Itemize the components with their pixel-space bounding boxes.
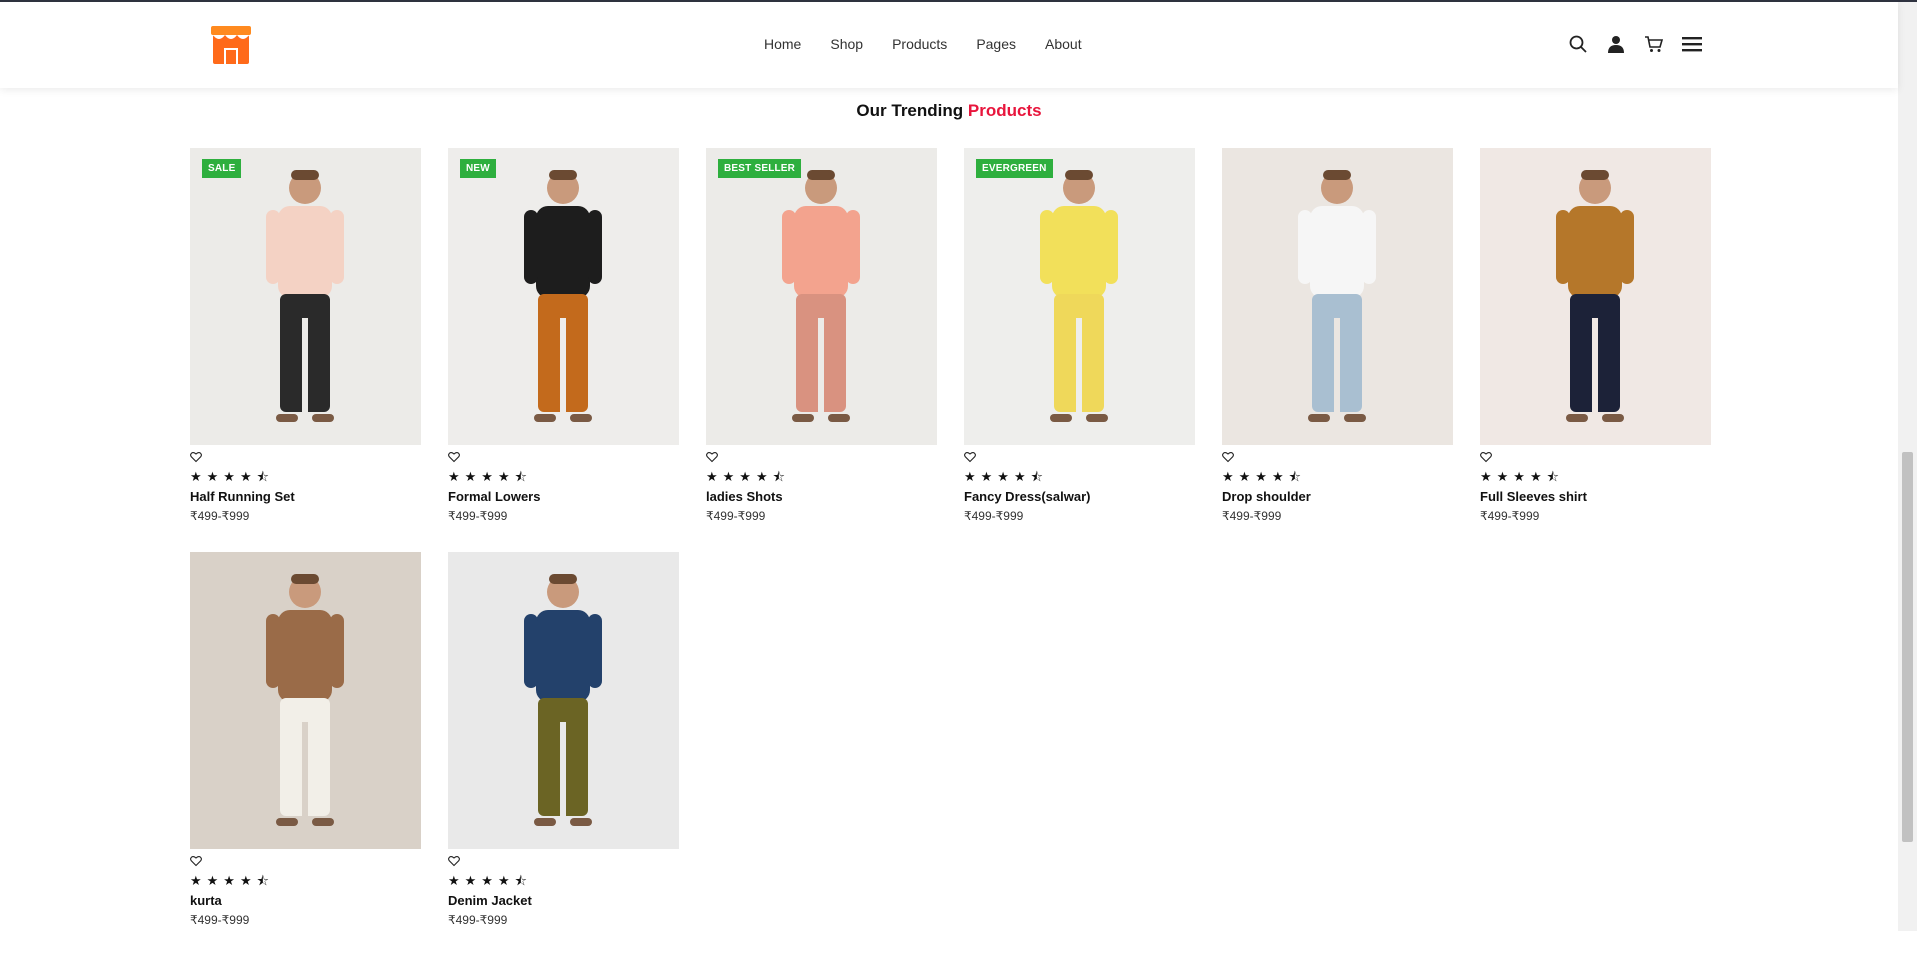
product-name[interactable]: ladies Shots bbox=[706, 489, 783, 504]
product-name[interactable]: Formal Lowers bbox=[448, 489, 540, 504]
rating-stars: ★★★★⯪ bbox=[448, 469, 532, 484]
wishlist-heart-icon[interactable] bbox=[1222, 450, 1234, 463]
product-badge: NEW bbox=[460, 159, 496, 178]
nav-shop[interactable]: Shop bbox=[830, 36, 863, 52]
nav-actions bbox=[1567, 33, 1703, 55]
store-logo[interactable] bbox=[209, 24, 253, 66]
product-name[interactable]: Denim Jacket bbox=[448, 893, 532, 908]
product-image[interactable] bbox=[448, 552, 679, 849]
product-card[interactable]: BEST SELLER ★★★★⯪ ladies Shots ₹499-₹999 bbox=[706, 148, 937, 552]
model-figure bbox=[1556, 170, 1634, 422]
product-card[interactable]: ★★★★⯪ Denim Jacket ₹499-₹999 bbox=[448, 552, 679, 956]
model-figure bbox=[782, 170, 860, 422]
model-figure bbox=[266, 574, 344, 826]
product-price: ₹499-₹999 bbox=[1222, 509, 1282, 523]
product-name[interactable]: Fancy Dress(salwar) bbox=[964, 489, 1090, 504]
product-badge: SALE bbox=[202, 159, 242, 178]
product-name[interactable]: Full Sleeves shirt bbox=[1480, 489, 1587, 504]
model-figure bbox=[1040, 170, 1118, 422]
product-badge: BEST SELLER bbox=[718, 159, 802, 178]
product-card[interactable]: ★★★★⯪ kurta ₹499-₹999 bbox=[190, 552, 421, 956]
rating-stars: ★★★★⯪ bbox=[1480, 469, 1564, 484]
product-badge: EVERGREEN bbox=[976, 159, 1053, 178]
product-image[interactable]: SALE bbox=[190, 148, 421, 445]
nav-home[interactable]: Home bbox=[764, 36, 801, 52]
product-price: ₹499-₹999 bbox=[190, 509, 250, 523]
product-image[interactable] bbox=[1480, 148, 1711, 445]
product-name[interactable]: kurta bbox=[190, 893, 222, 908]
product-card[interactable]: SALE ★★★★⯪ Half Running Set ₹499-₹999 bbox=[190, 148, 421, 552]
product-card[interactable]: NEW ★★★★⯪ Formal Lowers ₹499-₹999 bbox=[448, 148, 679, 552]
nav-products[interactable]: Products bbox=[892, 36, 947, 52]
user-icon[interactable] bbox=[1605, 33, 1627, 55]
model-figure bbox=[524, 574, 602, 826]
wishlist-heart-icon[interactable] bbox=[706, 450, 718, 463]
nav-pages[interactable]: Pages bbox=[976, 36, 1016, 52]
rating-stars: ★★★★⯪ bbox=[1222, 469, 1306, 484]
product-price: ₹499-₹999 bbox=[706, 509, 766, 523]
wishlist-heart-icon[interactable] bbox=[1480, 450, 1492, 463]
product-price: ₹499-₹999 bbox=[1480, 509, 1540, 523]
nav-about[interactable]: About bbox=[1045, 36, 1082, 52]
cart-icon[interactable] bbox=[1643, 33, 1665, 55]
navbar: Home Shop Products Pages About bbox=[0, 2, 1898, 88]
product-grid: SALE ★★★★⯪ Half Running Set ₹499-₹999 NEW ★★★… bbox=[190, 148, 1711, 956]
product-name[interactable]: Drop shoulder bbox=[1222, 489, 1311, 504]
product-image[interactable]: EVERGREEN bbox=[964, 148, 1195, 445]
rating-stars: ★★★★⯪ bbox=[706, 469, 790, 484]
wishlist-heart-icon[interactable] bbox=[448, 854, 460, 867]
main-navigation: Home Shop Products Pages About bbox=[764, 36, 1082, 52]
model-figure bbox=[1298, 170, 1376, 422]
search-icon[interactable] bbox=[1567, 33, 1589, 55]
product-image[interactable]: NEW bbox=[448, 148, 679, 445]
rating-stars: ★★★★⯪ bbox=[190, 469, 274, 484]
product-card[interactable]: ★★★★⯪ Drop shoulder ₹499-₹999 bbox=[1222, 148, 1453, 552]
product-price: ₹499-₹999 bbox=[964, 509, 1024, 523]
scrollbar-thumb[interactable] bbox=[1902, 452, 1913, 842]
product-price: ₹499-₹999 bbox=[448, 509, 508, 523]
rating-stars: ★★★★⯪ bbox=[964, 469, 1048, 484]
model-figure bbox=[266, 170, 344, 422]
product-image[interactable] bbox=[1222, 148, 1453, 445]
product-name[interactable]: Half Running Set bbox=[190, 489, 295, 504]
model-figure bbox=[524, 170, 602, 422]
product-price: ₹499-₹999 bbox=[190, 913, 250, 927]
product-image[interactable] bbox=[190, 552, 421, 849]
product-image[interactable]: BEST SELLER bbox=[706, 148, 937, 445]
rating-stars: ★★★★⯪ bbox=[448, 873, 532, 888]
product-card[interactable]: ★★★★⯪ Full Sleeves shirt ₹499-₹999 bbox=[1480, 148, 1711, 552]
section-title: Our Trending Products bbox=[0, 101, 1898, 121]
wishlist-heart-icon[interactable] bbox=[190, 854, 202, 867]
section-title-accent: Products bbox=[967, 101, 1042, 120]
product-price: ₹499-₹999 bbox=[448, 913, 508, 927]
wishlist-heart-icon[interactable] bbox=[964, 450, 976, 463]
section-title-main: Our Trending bbox=[856, 101, 964, 120]
rating-stars: ★★★★⯪ bbox=[190, 873, 274, 888]
wishlist-heart-icon[interactable] bbox=[190, 450, 202, 463]
product-card[interactable]: EVERGREEN ★★★★⯪ Fancy Dress(salwar) ₹499-₹9… bbox=[964, 148, 1195, 552]
menu-icon[interactable] bbox=[1681, 33, 1703, 55]
wishlist-heart-icon[interactable] bbox=[448, 450, 460, 463]
